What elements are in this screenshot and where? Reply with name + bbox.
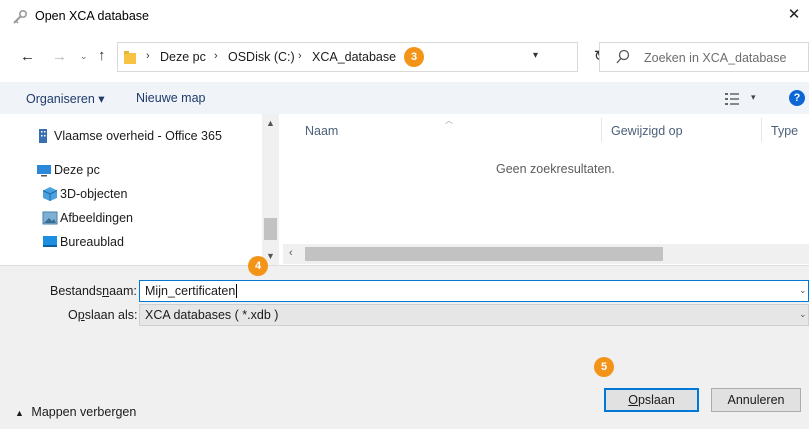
organize-button[interactable]: Organiseren ▾ — [26, 91, 105, 106]
address-bar[interactable]: › Deze pc › OSDisk (C:) › XCA_database 3… — [117, 42, 578, 72]
help-button[interactable]: ? — [789, 90, 805, 106]
computer-icon — [37, 165, 51, 177]
chevron-down-icon[interactable]: ▾ — [533, 50, 538, 61]
pictures-icon — [42, 211, 58, 225]
nav-item-label: 3D-objecten — [60, 187, 128, 201]
empty-results-message: Geen zoekresultaten. — [496, 162, 615, 176]
filetype-select[interactable]: XCA databases ( *.xdb ) — [139, 304, 809, 326]
breadcrumb-xca-database[interactable]: XCA_database — [312, 50, 396, 64]
filetype-value: XCA databases ( *.xdb ) — [145, 308, 279, 322]
nav-item-label: Bureaublad — [60, 235, 124, 249]
column-header-type[interactable]: Type — [771, 124, 798, 138]
hide-folders-button[interactable]: ▲ Mappen verbergen — [15, 405, 136, 419]
nav-item-deze-pc[interactable]: Deze pc — [0, 159, 260, 181]
building-icon — [39, 129, 47, 143]
nav-item-afbeeldingen[interactable]: Afbeeldingen — [0, 207, 260, 229]
breadcrumb-deze-pc[interactable]: Deze pc — [160, 50, 206, 64]
search-input[interactable]: Zoeken in XCA_database — [599, 42, 809, 72]
sort-ascending-icon: ︿ — [445, 116, 453, 125]
nav-item-3d-objecten[interactable]: 3D-objecten — [0, 183, 260, 205]
chevron-down-icon: ▾ — [751, 92, 756, 102]
nav-pane-scrollbar[interactable]: ▲ ▼ — [262, 114, 279, 265]
chevron-up-icon: ▲ — [15, 408, 24, 418]
scroll-left-icon[interactable]: ‹ — [289, 247, 293, 259]
file-list-horizontal-scrollbar[interactable]: ‹ — [283, 244, 809, 264]
save-options-pane: Bestandsnaam: Mijn_certificaten 4 ⌄ Opsl… — [0, 256, 809, 429]
folder-icon — [124, 51, 136, 64]
forward-button[interactable]: → — [52, 48, 67, 65]
recent-locations-button[interactable]: ⌄ — [80, 51, 88, 62]
close-button[interactable]: ✕ — [782, 4, 806, 28]
step-badge-5: 5 — [594, 357, 614, 377]
column-divider[interactable] — [761, 118, 762, 142]
cube-icon — [42, 187, 58, 201]
breadcrumb-separator: › — [298, 50, 302, 62]
filename-value: Mijn_certificaten — [145, 284, 236, 298]
breadcrumb-separator: › — [146, 50, 150, 62]
chevron-down-icon[interactable]: ⌄ — [799, 285, 807, 296]
step-badge-3: 3 — [404, 47, 424, 67]
desktop-icon — [43, 236, 57, 247]
scroll-up-icon[interactable]: ▲ — [266, 118, 275, 128]
nav-item-label: Deze pc — [54, 163, 100, 177]
nav-item-label: Afbeeldingen — [60, 211, 133, 225]
breadcrumb-separator: › — [214, 50, 218, 62]
new-folder-button[interactable]: Nieuwe map — [136, 91, 205, 105]
back-button[interactable]: ← — [20, 48, 35, 65]
view-options-button[interactable]: ▾ — [725, 89, 765, 109]
cancel-button[interactable]: Annuleren — [711, 388, 801, 412]
hide-folders-label: Mappen verbergen — [31, 405, 137, 419]
chevron-down-icon[interactable]: ⌄ — [799, 309, 807, 320]
details-view-icon — [725, 93, 739, 105]
command-toolbar: Organiseren ▾ Nieuwe map ▾ ? — [0, 82, 809, 114]
save-label: Opslaan — [628, 393, 675, 407]
filename-field[interactable]: Mijn_certificaten — [139, 280, 809, 302]
window-title: Open XCA database — [35, 9, 149, 23]
nav-item-label: Vlaamse overheid - Office 365 — [54, 129, 222, 143]
column-header-name[interactable]: Naam — [305, 124, 338, 138]
filename-label: Bestandsnaam: — [50, 284, 137, 298]
column-header-modified[interactable]: Gewijzigd op — [611, 124, 683, 138]
up-folder-button[interactable]: ↑ — [98, 47, 106, 64]
search-placeholder: Zoeken in XCA_database — [644, 51, 787, 65]
nav-item-vlaamse-overheid[interactable]: Vlaamse overheid - Office 365 — [0, 125, 260, 147]
filetype-label: Opslaan als: — [68, 308, 138, 322]
scrollbar-thumb[interactable] — [264, 218, 277, 240]
nav-item-bureaublad[interactable]: Bureaublad — [0, 231, 260, 253]
file-list: ︿ Naam Gewijzigd op Type Geen zoekresult… — [283, 114, 809, 265]
title-bar: Open XCA database ✕ — [0, 0, 809, 34]
search-icon — [616, 49, 630, 64]
key-icon — [13, 9, 28, 24]
step-badge-4: 4 — [248, 256, 268, 276]
column-divider[interactable] — [601, 118, 602, 142]
breadcrumb-osdisk[interactable]: OSDisk (C:) — [228, 50, 295, 64]
navigation-pane: Vlaamse overheid - Office 365 Deze pc 3D… — [0, 114, 281, 265]
scrollbar-thumb[interactable] — [305, 247, 663, 261]
scroll-down-icon[interactable]: ▼ — [266, 251, 275, 261]
save-button[interactable]: Opslaan — [604, 388, 699, 412]
